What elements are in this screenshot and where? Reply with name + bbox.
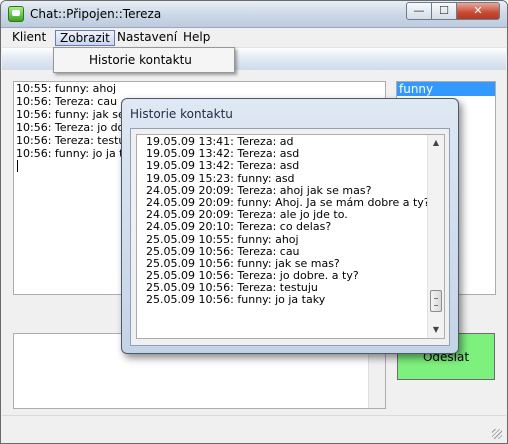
- history-line: 25.05.09 10:55: funny: ahoj: [146, 232, 299, 246]
- close-button[interactable]: ✕: [456, 2, 500, 20]
- menu-bar: Klient Zobrazit Nastavení Help: [2, 28, 506, 48]
- view-menu-dropdown: Historie kontaktu: [53, 47, 235, 73]
- window-title: Chat::Připojen::Tereza: [30, 7, 162, 21]
- minimize-button[interactable]: —: [406, 2, 432, 20]
- menu-nastaveni[interactable]: Nastavení: [113, 30, 181, 46]
- dialog-title: Historie kontaktu: [130, 107, 233, 121]
- dialog-body: 19.05.09 13:41: Tereza: ad 19.05.09 13:4…: [130, 128, 450, 346]
- menu-zobrazit[interactable]: Zobrazit: [55, 30, 115, 46]
- history-line: 19.05.09 15:23: funny: asd: [146, 171, 295, 185]
- history-log[interactable]: 19.05.09 13:41: Tereza: ad 19.05.09 13:4…: [136, 134, 445, 339]
- history-line: 25.05.09 10:56: funny: jo ja taky: [146, 293, 326, 307]
- text-caret: [17, 160, 18, 172]
- menu-klient[interactable]: Klient: [8, 30, 50, 46]
- history-line: 19.05.09 13:42: Tereza: asd: [146, 159, 300, 173]
- menu-item-historie-kontaktu[interactable]: Historie kontaktu: [89, 53, 192, 67]
- menu-help[interactable]: Help: [179, 30, 214, 46]
- chat-app-icon: [8, 6, 24, 22]
- title-bar[interactable]: Chat::Připojen::Tereza — ☐ ✕: [1, 1, 507, 28]
- scroll-up-icon[interactable]: ▲: [428, 135, 444, 151]
- resize-grip-icon[interactable]: [492, 429, 502, 439]
- maximize-button[interactable]: ☐: [431, 2, 457, 20]
- contact-item-funny[interactable]: funny: [397, 82, 495, 96]
- chat-line: 10:55: funny: ahoj: [16, 82, 117, 95]
- history-scrollbar[interactable]: ▲ ▼: [427, 135, 444, 338]
- history-line: 24.05.09 20:10: Tereza: co delas?: [146, 220, 332, 234]
- status-bar: [2, 415, 506, 443]
- scroll-down-icon[interactable]: ▼: [428, 322, 444, 338]
- scroll-thumb[interactable]: [430, 290, 442, 312]
- history-lines: 19.05.09 13:41: Tereza: ad 19.05.09 13:4…: [137, 135, 430, 307]
- history-dialog: Historie kontaktu 19.05.09 13:41: Tereza…: [121, 98, 459, 354]
